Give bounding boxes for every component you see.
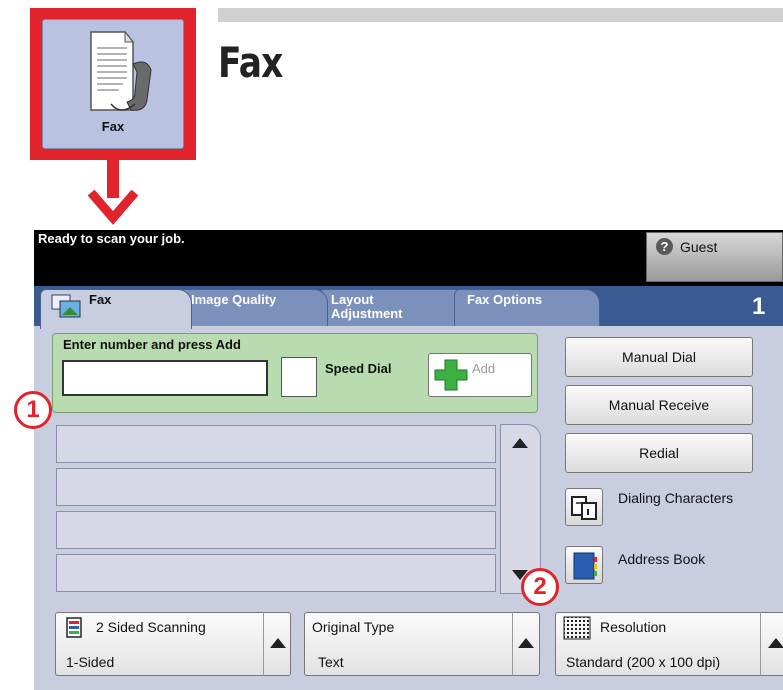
question-mark-icon: ? <box>656 238 673 255</box>
page-title: Fax <box>218 38 283 87</box>
tab-fax-options[interactable]: Fax Options <box>454 289 600 327</box>
dialing-characters-button[interactable] <box>565 488 603 526</box>
page-indicator: 1 <box>752 293 766 320</box>
status-message: Ready to scan your job. <box>38 231 185 246</box>
add-label: Add <box>472 361 496 376</box>
two-sided-scanning-icon <box>66 617 82 638</box>
resolution-icon <box>563 616 591 640</box>
tab-label: Image Quality <box>191 292 277 307</box>
tab-label: Layout Adjustment <box>331 292 403 321</box>
address-book-icon <box>573 552 597 580</box>
tab-label: Fax Options <box>467 292 543 307</box>
fax-tab-icon <box>51 294 81 318</box>
recipient-row[interactable] <box>56 425 496 463</box>
dialing-characters-icon <box>571 496 597 520</box>
two-sided-scanning-title: 2 Sided Scanning <box>96 619 206 635</box>
tab-label: Fax <box>89 292 112 307</box>
manual-receive-button[interactable]: Manual Receive <box>565 385 753 425</box>
header-divider <box>218 8 783 22</box>
dialing-characters-label: Dialing Characters <box>618 490 734 506</box>
address-book-button[interactable] <box>565 546 603 584</box>
recipient-row[interactable] <box>56 554 496 592</box>
resolution-title: Resolution <box>600 619 667 635</box>
callout-2: 2 <box>521 568 559 606</box>
speed-dial-checkbox[interactable] <box>281 357 317 397</box>
tab-layout-adjustment[interactable]: Layout Adjustment <box>318 289 476 327</box>
scroll-up-icon[interactable] <box>512 438 528 448</box>
recipient-row[interactable] <box>56 511 496 549</box>
address-book-label: Address Book <box>618 551 706 567</box>
resolution-value: Standard (200 x 100 dpi) <box>566 654 721 670</box>
callout-1: 1 <box>14 391 52 429</box>
plus-icon <box>434 359 468 391</box>
fax-app-label: Fax <box>101 119 125 134</box>
original-type-title: Original Type <box>312 619 395 635</box>
manual-dial-button[interactable]: Manual Dial <box>565 337 753 377</box>
redial-button[interactable]: Redial <box>565 433 753 473</box>
two-sided-scanning-value: 1-Sided <box>66 654 115 670</box>
expand-up-icon <box>518 638 534 648</box>
recipient-row[interactable] <box>56 468 496 506</box>
original-type-value: Text <box>318 654 344 670</box>
fax-machine-icon <box>90 30 152 111</box>
fax-number-input[interactable] <box>62 360 268 396</box>
guest-label: Guest <box>680 239 718 255</box>
expand-up-icon <box>270 638 286 648</box>
arrow-head-icon <box>88 190 138 225</box>
expand-up-icon <box>768 638 783 648</box>
tab-image-quality[interactable]: Image Quality <box>178 289 328 327</box>
entry-instruction: Enter number and press Add <box>63 337 241 352</box>
speed-dial-label: Speed Dial <box>325 361 392 376</box>
